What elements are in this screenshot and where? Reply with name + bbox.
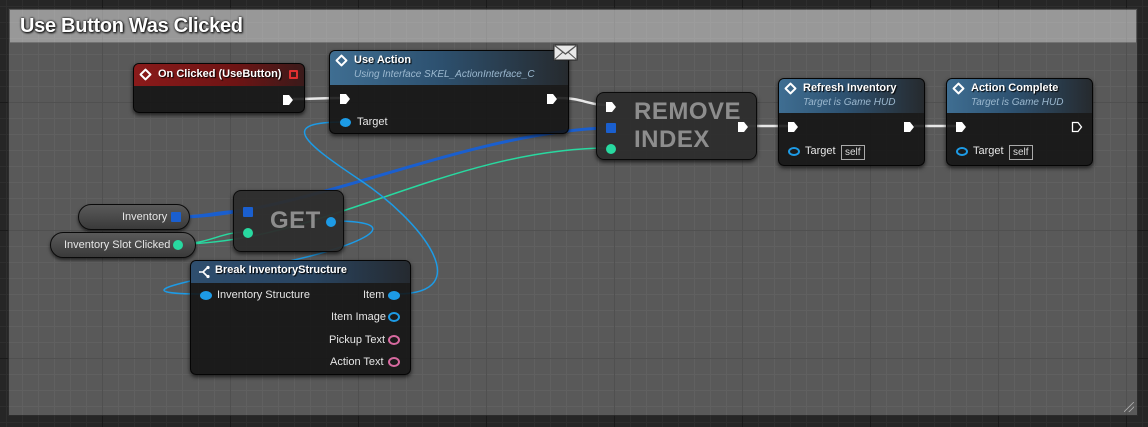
variable-label: Inventory Slot Clicked [64,239,171,251]
integer-out-pin[interactable] [173,240,183,250]
self-value[interactable]: self [1009,145,1033,160]
node-subtitle: Target is Game HUD [971,97,1064,108]
array-out-pin[interactable] [171,212,181,222]
item-out-pin[interactable] [388,291,400,300]
remove-index-node[interactable]: REMOVE INDEX [596,92,757,160]
node-title: GET [270,207,321,234]
break-struct-icon [199,265,210,279]
exec-out-pin[interactable] [1071,121,1083,133]
item-out-pin[interactable] [326,217,336,227]
target-pin[interactable] [788,147,800,156]
node-title: Action Complete [971,82,1059,94]
node-subtitle: Target is Game HUD [803,97,896,108]
index-in-pin[interactable] [606,144,616,154]
action-text-out-pin[interactable] [388,357,400,367]
node-title: Use Action [354,54,412,66]
node-title-line2: INDEX [634,126,710,153]
message-icon [553,42,579,67]
struct-input-label: Inventory Structure [217,289,310,301]
exec-in-pin[interactable] [339,93,351,105]
exec-in-pin[interactable] [955,121,967,133]
output-label-item-image: Item Image [331,311,387,323]
target-pin[interactable] [956,147,968,156]
exec-out-pin[interactable] [282,94,294,106]
node-title: Break InventoryStructure [215,264,348,276]
output-label-pickup-text: Pickup Text [329,334,386,346]
item-image-out-pin[interactable] [388,312,400,322]
array-in-pin[interactable] [243,207,253,217]
target-pin[interactable] [340,118,351,127]
inventory-slot-clicked-variable-node[interactable]: Inventory Slot Clicked [50,232,196,258]
exec-in-pin[interactable] [605,101,617,113]
target-label: Target [973,145,1004,157]
array-in-pin[interactable] [606,123,616,133]
output-label-item: Item [363,289,385,301]
node-title: Refresh Inventory [803,82,897,94]
on-clicked-event-node[interactable]: On Clicked (UseButton) [133,63,305,113]
inventory-variable-node[interactable]: Inventory [78,204,190,230]
self-value[interactable]: self [841,145,865,160]
delegate-pin-icon[interactable] [289,70,298,79]
get-node[interactable]: GET [233,190,344,252]
refresh-inventory-node[interactable]: Refresh Inventory Target is Game HUD Tar… [778,78,925,166]
index-in-pin[interactable] [243,228,253,238]
exec-in-pin[interactable] [787,121,799,133]
break-inventory-structure-node[interactable]: Break InventoryStructure Inventory Struc… [190,260,411,375]
exec-out-pin[interactable] [546,93,558,105]
exec-out-pin[interactable] [737,121,749,133]
output-label-action-text: Action Text [330,356,384,368]
exec-out-pin[interactable] [903,121,915,133]
use-action-node[interactable]: Use Action Using Interface SKEL_ActionIn… [329,50,569,134]
struct-in-pin[interactable] [200,291,212,300]
node-title: On Clicked (UseButton) [158,68,282,80]
pickup-text-out-pin[interactable] [388,335,400,345]
target-label: Target [805,145,836,157]
variable-label: Inventory [122,211,168,223]
node-subtitle: Using Interface SKEL_ActionInterface_C [354,69,535,80]
node-title-line1: REMOVE [634,98,742,125]
action-complete-node[interactable]: Action Complete Target is Game HUD Targe… [946,78,1093,166]
target-label: Target [357,116,388,128]
